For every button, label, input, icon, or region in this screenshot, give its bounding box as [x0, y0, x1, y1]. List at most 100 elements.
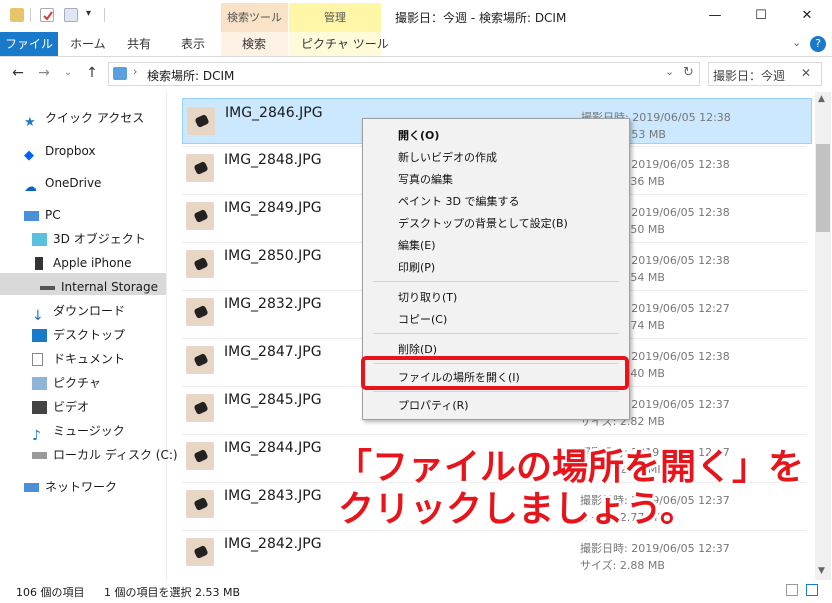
file-name: IMG_2848.JPG	[224, 152, 322, 168]
clear-search-icon[interactable]: ✕	[801, 66, 811, 80]
star-icon: ★	[24, 115, 36, 130]
highlight-box	[361, 356, 629, 390]
picture-icon	[32, 377, 47, 390]
folder-icon[interactable]	[10, 8, 24, 22]
refresh-icon[interactable]: ↻	[683, 65, 694, 80]
menu-item-new-video[interactable]: 新しいビデオの作成	[398, 149, 497, 165]
menu-item-paint3d[interactable]: ペイント 3D で編集する	[398, 193, 519, 209]
sidebar-item-label: OneDrive	[45, 176, 102, 190]
tab-file[interactable]: ファイル	[0, 32, 58, 56]
file-name: IMG_2843.JPG	[224, 488, 322, 504]
menu-item-edit-photo[interactable]: 写真の編集	[398, 171, 453, 187]
image-thumbnail	[186, 154, 214, 182]
tab-view[interactable]: 表示	[181, 32, 205, 56]
up-arrow-icon[interactable]: ↑	[82, 63, 102, 83]
sidebar-item-pictures[interactable]: ピクチャ	[32, 372, 101, 394]
sidebar-item-onedrive[interactable]: ☁ OneDrive	[24, 172, 102, 195]
help-icon[interactable]: ?	[810, 36, 826, 52]
sidebar-item-videos[interactable]: ビデオ	[32, 396, 89, 418]
thumbnail-view-icon[interactable]	[806, 584, 818, 596]
sidebar-item-local-disk[interactable]: ローカル ディスク (C:)	[32, 444, 178, 466]
sidebar-item-network[interactable]: ネットワーク	[24, 476, 117, 498]
image-thumbnail	[186, 538, 214, 566]
recent-dropdown-icon[interactable]: ⌄	[58, 63, 78, 83]
sidebar-item-label: Dropbox	[45, 144, 96, 158]
selection-info: 1 個の項目を選択 2.53 MB	[104, 586, 241, 599]
forward-arrow-icon[interactable]: →	[34, 63, 54, 83]
new-folder-icon[interactable]	[64, 8, 78, 22]
sidebar-item-internal-storage[interactable]: Internal Storage	[40, 276, 158, 298]
menu-item-edit[interactable]: 編集(E)	[398, 237, 436, 253]
separator	[30, 8, 31, 22]
properties-check-icon[interactable]	[40, 8, 54, 22]
image-thumbnail	[186, 298, 214, 326]
menu-item-properties[interactable]: プロパティ(R)	[398, 397, 469, 413]
tab-share[interactable]: 共有	[127, 32, 151, 56]
vertical-scrollbar[interactable]: ▲ ▼	[815, 92, 831, 580]
sidebar-item-label: Apple iPhone	[53, 256, 132, 270]
image-thumbnail	[186, 250, 214, 278]
maximize-button[interactable]: ☐	[738, 4, 784, 28]
phone-icon	[35, 257, 43, 270]
download-arrow-icon: ↓	[32, 308, 44, 324]
document-icon	[32, 353, 43, 366]
annotation-line-2: クリックしましょう。	[338, 489, 696, 530]
details-view-icon[interactable]	[786, 584, 798, 596]
sidebar-item-3d-objects[interactable]: 3D オブジェクト	[32, 228, 146, 250]
sidebar-item-apple-iphone[interactable]: Apple iPhone	[32, 252, 131, 274]
sidebar-item-label: デスクトップ	[53, 328, 126, 342]
minimize-button[interactable]: —	[692, 4, 738, 28]
tab-search[interactable]: 検索	[242, 32, 266, 56]
cloud-icon: ☁	[24, 180, 37, 195]
menu-item-open[interactable]: 開く(O)	[398, 127, 439, 143]
cube-icon	[32, 233, 47, 246]
sidebar-item-quick-access[interactable]: ★ クイック アクセス	[24, 107, 145, 130]
sidebar-item-label: ビデオ	[53, 400, 90, 414]
ribbon-tabs: ファイル ホーム 共有 表示 検索 ピクチャ ツール ⌄ ?	[0, 32, 832, 57]
sidebar-item-downloads[interactable]: ↓ ダウンロード	[32, 300, 125, 324]
image-thumbnail	[186, 346, 214, 374]
sidebar-item-pc[interactable]: PC	[24, 204, 61, 226]
tab-picture-tools[interactable]: ピクチャ ツール	[301, 32, 389, 56]
search-location-icon	[113, 67, 127, 80]
file-row[interactable]: IMG_2842.JPG 撮影日時: 2019/06/05 12:37 サイズ:…	[182, 530, 812, 576]
breadcrumb-chevron-icon[interactable]: ›	[133, 65, 137, 78]
window-title: 撮影日：今週 - 検索場所: DCIM	[395, 11, 567, 25]
tab-home[interactable]: ホーム	[70, 32, 106, 56]
sidebar-item-music[interactable]: ♪ ミュージック	[32, 420, 125, 444]
status-bar: 106 個の項目 1 個の項目を選択 2.53 MB	[0, 580, 832, 603]
file-name: IMG_2832.JPG	[224, 296, 322, 312]
film-icon	[32, 401, 47, 414]
address-dropdown-icon[interactable]: ⌄	[665, 65, 674, 78]
context-tab-manage: 管理	[289, 3, 381, 32]
address-bar[interactable]: › 検索場所: DCIM ⌄ ↻	[108, 62, 700, 86]
file-name: IMG_2844.JPG	[224, 440, 322, 456]
menu-item-print[interactable]: 印刷(P)	[398, 259, 435, 275]
sidebar-item-dropbox[interactable]: ◆ Dropbox	[24, 140, 96, 163]
sidebar-item-label: ネットワーク	[45, 480, 118, 494]
menu-item-copy[interactable]: コピー(C)	[398, 311, 447, 327]
sidebar-item-label: クイック アクセス	[45, 111, 145, 125]
file-name: IMG_2850.JPG	[224, 248, 322, 264]
menu-item-delete[interactable]: 削除(D)	[398, 341, 437, 357]
scroll-down-icon[interactable]: ▼	[818, 566, 825, 576]
sidebar-item-label: PC	[45, 208, 61, 222]
image-thumbnail	[187, 107, 215, 135]
menu-separator	[373, 281, 619, 282]
expand-ribbon-icon[interactable]: ⌄	[792, 36, 801, 49]
back-arrow-icon[interactable]: ←	[8, 63, 28, 83]
scroll-up-icon[interactable]: ▲	[818, 94, 825, 104]
file-size: サイズ: 2.88 MB	[580, 559, 665, 572]
breadcrumb[interactable]: 検索場所: DCIM	[147, 67, 234, 84]
scroll-thumb[interactable]	[816, 144, 830, 232]
search-input[interactable]: 撮影日：今週 ✕	[708, 62, 822, 86]
sidebar-item-desktop[interactable]: デスクトップ	[32, 324, 125, 346]
menu-item-cut[interactable]: 切り取り(T)	[398, 289, 457, 305]
sidebar-item-label: ローカル ディスク (C:)	[53, 448, 178, 462]
network-icon	[24, 483, 39, 492]
menu-item-set-background[interactable]: デスクトップの背景として設定(B)	[398, 215, 568, 231]
close-button[interactable]: ✕	[784, 4, 830, 28]
sidebar-item-documents[interactable]: ドキュメント	[32, 348, 125, 370]
sidebar-item-label: ドキュメント	[53, 352, 126, 366]
customize-qat-icon[interactable]: ▾	[86, 8, 91, 19]
